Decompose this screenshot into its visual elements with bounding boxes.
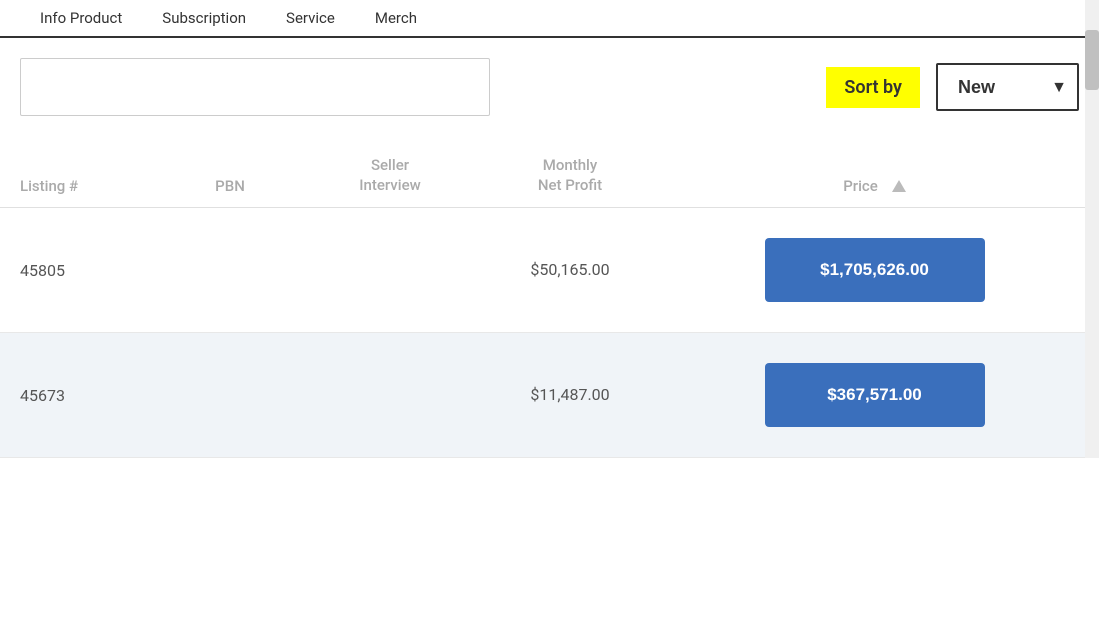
col-header-listing: Listing # — [20, 177, 150, 195]
table-row: 45805 $50,165.00 $1,705,626.00 — [0, 208, 1099, 333]
search-input[interactable] — [20, 58, 490, 116]
sort-arrow-icon — [892, 180, 906, 192]
sort-select-wrapper[interactable]: New Price Profit Listing # ▼ — [936, 63, 1079, 111]
table-header: Listing # PBN SellerInterview MonthlyNet… — [0, 136, 1099, 208]
listing-number: 45805 — [20, 261, 150, 280]
col-header-monthly-net-profit: MonthlyNet Profit — [470, 156, 670, 195]
nav-info-product[interactable]: Info Product — [20, 1, 142, 35]
nav-subscription[interactable]: Subscription — [142, 1, 266, 35]
price-cell: $367,571.00 — [670, 363, 1079, 427]
filter-bar: Sort by New Price Profit Listing # ▼ — [0, 38, 1099, 136]
price-button[interactable]: $367,571.00 — [765, 363, 985, 427]
monthly-net-profit-value: $50,165.00 — [470, 260, 670, 281]
nav-service[interactable]: Service — [266, 1, 355, 35]
top-navigation: Info Product Subscription Service Merch — [0, 0, 1099, 38]
price-cell: $1,705,626.00 — [670, 238, 1079, 302]
sort-select[interactable]: New Price Profit Listing # — [938, 65, 1077, 109]
scrollbar-track[interactable] — [1085, 0, 1099, 458]
col-header-pbn: PBN — [150, 177, 310, 195]
col-header-price: Price — [670, 177, 1079, 195]
nav-merch[interactable]: Merch — [355, 1, 437, 35]
listing-number: 45673 — [20, 386, 150, 405]
sort-by-label: Sort by — [826, 67, 920, 108]
price-button[interactable]: $1,705,626.00 — [765, 238, 985, 302]
monthly-net-profit-value: $11,487.00 — [470, 385, 670, 406]
col-header-seller-interview: SellerInterview — [310, 156, 470, 195]
scrollbar-thumb[interactable] — [1085, 30, 1099, 90]
table-row: 45673 $11,487.00 $367,571.00 — [0, 333, 1099, 458]
